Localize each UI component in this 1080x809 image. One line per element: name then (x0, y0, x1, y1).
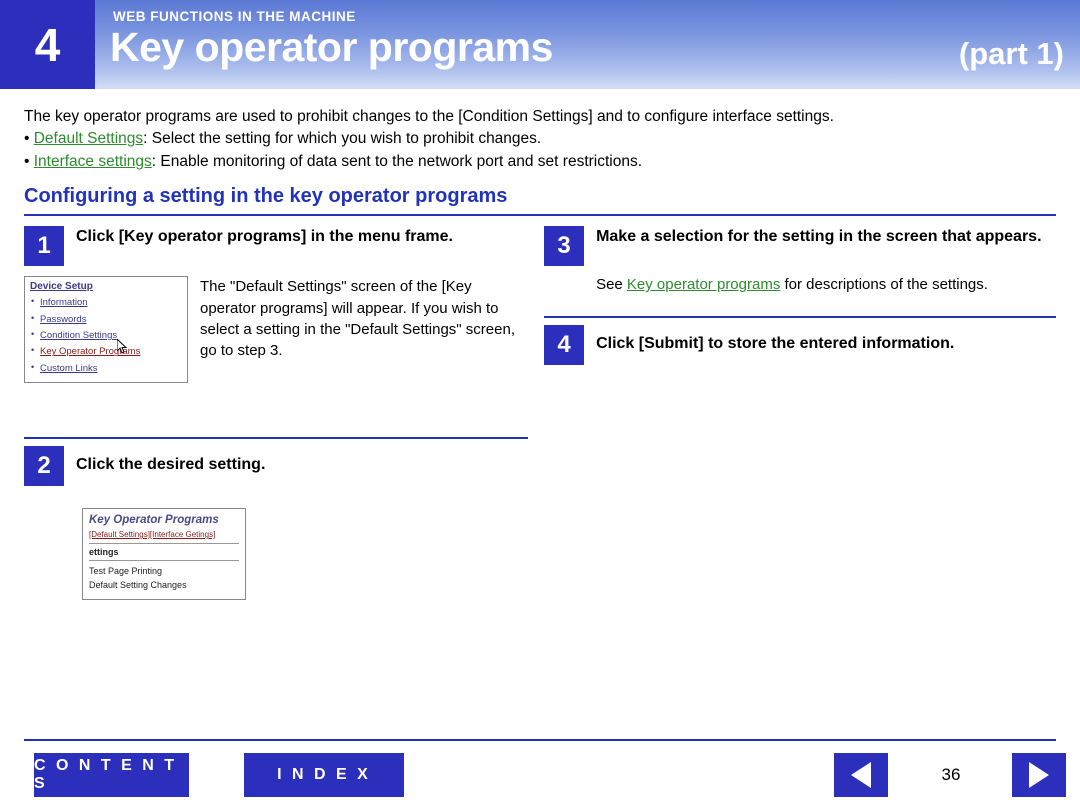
figure-menu-list: Information Passwords Condition Settings… (30, 294, 182, 377)
step-2-header: 2 Click the desired setting. (24, 446, 528, 487)
section-divider (24, 214, 1056, 217)
bullet-dot: • (24, 130, 34, 148)
contents-button[interactable]: C O N T E N T S (34, 753, 189, 797)
figure-kop-items: Test Page Printing Default Setting Chang… (89, 560, 239, 593)
previous-page-button[interactable] (834, 753, 888, 797)
step-1-number: 1 (24, 226, 64, 267)
step-3-body-suffix: for descriptions of the settings. (780, 276, 988, 294)
steps-left-column: 1 Click [Key operator programs] in the m… (24, 226, 529, 600)
section-heading: Configuring a setting in the key operato… (24, 185, 508, 208)
figure-key-operator-programs: Key Operator Programs [Default Settings]… (82, 508, 246, 600)
figure-kop-link-interface-settings[interactable]: [Interface Getings] (150, 530, 215, 539)
menu-item-key-operator-programs[interactable]: Key Operator Programs (31, 343, 182, 360)
step-4-wrap: 4 Click [Submit] to store the entered in… (544, 315, 1056, 365)
step-3-number: 3 (544, 226, 585, 267)
step-1-header: 1 Click [Key operator programs] in the m… (24, 226, 528, 267)
link-interface-settings[interactable]: Interface settings (34, 153, 152, 170)
figure-kop-links: [Default Settings][Interface Getings] (89, 530, 239, 539)
step-4-number: 4 (544, 324, 585, 365)
step-4-header: 4 Click [Submit] to store the entered in… (544, 324, 1056, 365)
intro-bullet-2-text: : Enable monitoring of data sent to the … (151, 152, 643, 170)
triangle-left-icon (851, 762, 871, 788)
step-3-body-prefix: See (596, 276, 627, 294)
page-title: Key operator programs (110, 24, 553, 70)
menu-item-information[interactable]: Information (31, 294, 182, 311)
page-content: The key operator programs are used to pr… (0, 106, 1080, 600)
steps-container: 1 Click [Key operator programs] in the m… (24, 226, 1056, 600)
step-2-wrap: 2 Click the desired setting. Key Operato… (24, 437, 529, 600)
step-3-title: Make a selection for the setting in the … (596, 228, 1042, 246)
triangle-right-icon (1029, 762, 1049, 788)
figure-kop-title: Key Operator Programs (89, 514, 219, 527)
page-header: 4 WEB FUNCTIONS IN THE MACHINE Key opera… (0, 0, 1080, 89)
intro-bullet-1: • Default Settings: Select the setting f… (24, 128, 1056, 150)
page-footer: C O N T E N T S I N D E X 36 (0, 739, 1080, 809)
header-part-label: (part 1) (958, 36, 1064, 71)
intro-bullet-2: • Interface settings: Enable monitoring … (24, 151, 1056, 173)
intro-paragraph: The key operator programs are used to pr… (24, 108, 834, 125)
page-number: 36 (941, 765, 961, 784)
menu-item-custom-links[interactable]: Custom Links (31, 360, 182, 377)
menu-item-condition-settings[interactable]: Condition Settings (31, 327, 182, 344)
figure-kop-item-default-setting-changes[interactable]: Default Setting Changes (89, 578, 239, 592)
figure-kop-link-default-settings[interactable]: [Default Settings] (89, 530, 150, 539)
figure-menu-title: Device Setup (30, 281, 93, 293)
header-kicker: WEB FUNCTIONS IN THE MACHINE (113, 9, 356, 24)
menu-item-passwords[interactable]: Passwords (31, 311, 182, 328)
figure-menu-frame: Device Setup Information Passwords Condi… (24, 276, 188, 384)
step-1-body: Device Setup Information Passwords Condi… (24, 276, 528, 384)
step-2-number: 2 (24, 446, 64, 487)
step-4-divider (544, 315, 1056, 318)
next-page-button[interactable] (1012, 753, 1066, 797)
step-2-divider (24, 437, 529, 440)
link-key-operator-programs[interactable]: Key operator programs (627, 276, 780, 293)
step-1-text: The "Default Settings" screen of the [Ke… (200, 278, 515, 360)
index-button[interactable]: I N D E X (244, 753, 404, 797)
step-1-title: Click [Key operator programs] in the men… (76, 228, 453, 246)
figure-kop-item-test-page-printing[interactable]: Test Page Printing (89, 564, 239, 578)
bullet-dot: • (24, 152, 34, 170)
intro-bullet-1-text: : Select the setting for which you wish … (143, 130, 542, 148)
steps-right-column: 3 Make a selection for the setting in th… (544, 226, 1056, 599)
step-3-body: See Key operator programs for descriptio… (596, 274, 1056, 295)
footer-divider (24, 739, 1056, 741)
chapter-number: 4 (0, 0, 95, 89)
link-default-settings[interactable]: Default Settings (34, 130, 143, 147)
figure-kop-bar-label: ettings (89, 543, 239, 557)
step-4-title: Click [Submit] to store the entered info… (596, 334, 955, 352)
step-3-header: 3 Make a selection for the setting in th… (544, 226, 1056, 267)
step-2-title: Click the desired setting. (76, 456, 266, 474)
